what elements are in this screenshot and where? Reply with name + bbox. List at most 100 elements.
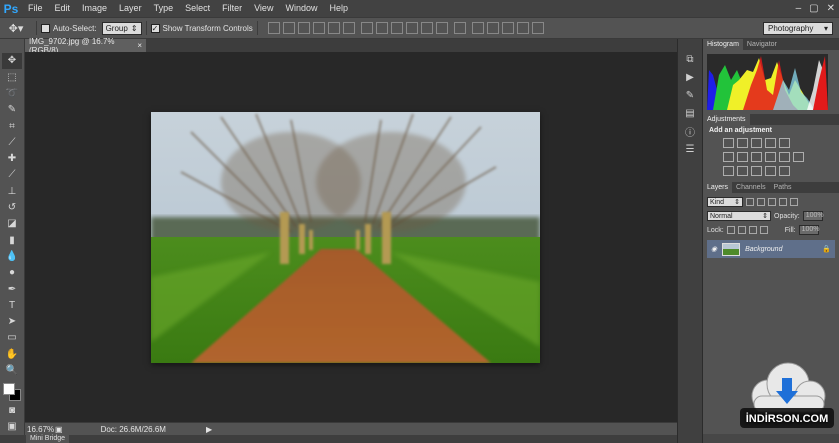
- minimize-icon[interactable]: –: [796, 3, 802, 14]
- status-menu-arrow-icon[interactable]: ▶: [206, 425, 212, 434]
- lock-position-icon[interactable]: [748, 226, 757, 234]
- lock-image-icon[interactable]: [737, 226, 746, 234]
- color-lookup-icon[interactable]: [793, 152, 804, 162]
- eraser-tool-icon[interactable]: ◪: [2, 216, 22, 232]
- close-icon[interactable]: ✕: [827, 3, 835, 14]
- menu-file[interactable]: File: [22, 0, 49, 17]
- quick-selection-tool-icon[interactable]: ✎: [2, 102, 22, 118]
- 3d-pan-icon[interactable]: [501, 22, 514, 34]
- marquee-tool-icon[interactable]: ⬚: [2, 69, 22, 85]
- 3d-rotate-icon[interactable]: [471, 22, 484, 34]
- 3d-roll-icon[interactable]: [486, 22, 499, 34]
- restore-icon[interactable]: ▢: [809, 3, 818, 14]
- history-brush-tool-icon[interactable]: ↺: [2, 200, 22, 216]
- pen-tool-icon[interactable]: ✒: [2, 281, 22, 297]
- tab-layers[interactable]: Layers: [703, 182, 733, 193]
- curves-icon[interactable]: [751, 138, 762, 148]
- checkbox-checked-icon[interactable]: ✓: [150, 23, 160, 33]
- auto-align-icon[interactable]: [453, 22, 466, 34]
- menu-edit[interactable]: Edit: [49, 0, 77, 17]
- foreground-color-swatch[interactable]: [3, 382, 15, 395]
- blur-tool-icon[interactable]: 💧: [2, 249, 22, 265]
- auto-select-dropdown[interactable]: Group ⇕: [101, 21, 142, 35]
- align-vcenter-icon[interactable]: [282, 22, 295, 34]
- type-tool-icon[interactable]: T: [2, 297, 22, 313]
- hand-tool-icon[interactable]: ✋: [2, 346, 22, 362]
- quick-mask-icon[interactable]: ◙: [2, 403, 22, 419]
- selective-color-icon[interactable]: [779, 166, 790, 176]
- tab-navigator[interactable]: Navigator: [743, 39, 781, 50]
- filter-shape-icon[interactable]: [779, 198, 787, 206]
- distribute-top-icon[interactable]: [360, 22, 373, 34]
- 3d-scale-icon[interactable]: [531, 22, 544, 34]
- blend-mode-dropdown[interactable]: Normal ⇕: [707, 211, 771, 221]
- crop-tool-icon[interactable]: ⌗: [2, 118, 22, 134]
- eyedropper-tool-icon[interactable]: ⟋: [2, 134, 22, 150]
- color-balance-icon[interactable]: [737, 152, 748, 162]
- zoom-level[interactable]: 16.67%: [25, 425, 55, 434]
- align-left-icon[interactable]: [312, 22, 325, 34]
- actions-play-icon[interactable]: ▶: [681, 69, 699, 85]
- hue-saturation-icon[interactable]: [723, 152, 734, 162]
- distribute-hcenter-icon[interactable]: [420, 22, 433, 34]
- shape-tool-icon[interactable]: ▭: [2, 330, 22, 346]
- close-tab-icon[interactable]: ×: [137, 41, 142, 50]
- 3d-slide-icon[interactable]: [516, 22, 529, 34]
- gradient-tool-icon[interactable]: ▮: [2, 232, 22, 248]
- menu-view[interactable]: View: [248, 0, 279, 17]
- mini-bridge-tab[interactable]: Mini Bridge: [26, 435, 70, 443]
- distribute-vcenter-icon[interactable]: [375, 22, 388, 34]
- black-white-icon[interactable]: [751, 152, 762, 162]
- lock-all-icon[interactable]: [759, 226, 768, 234]
- photo-filter-icon[interactable]: [765, 152, 776, 162]
- distribute-right-icon[interactable]: [435, 22, 448, 34]
- filter-adjustment-icon[interactable]: [757, 198, 765, 206]
- history-icon[interactable]: ⧉: [681, 51, 699, 67]
- info-icon[interactable]: ⓘ: [681, 123, 699, 139]
- exposure-icon[interactable]: [765, 138, 776, 148]
- channel-mixer-icon[interactable]: [779, 152, 790, 162]
- filter-smart-object-icon[interactable]: [790, 198, 798, 206]
- tab-paths[interactable]: Paths: [770, 182, 796, 193]
- document-image[interactable]: [151, 112, 540, 363]
- menu-filter[interactable]: Filter: [216, 0, 248, 17]
- tab-channels[interactable]: Channels: [732, 182, 770, 193]
- document-tab[interactable]: IMG_9702.jpg @ 16.7% (RGB/8) ×: [25, 37, 146, 55]
- threshold-icon[interactable]: [751, 166, 762, 176]
- eye-visibility-icon[interactable]: ◉: [711, 245, 717, 253]
- move-tool-preset-icon[interactable]: ✥▾: [0, 19, 32, 37]
- filter-pixel-icon[interactable]: [746, 198, 754, 206]
- layer-comps-icon[interactable]: ▤: [681, 105, 699, 121]
- menu-image[interactable]: Image: [76, 0, 113, 17]
- path-selection-tool-icon[interactable]: ➤: [2, 314, 22, 330]
- tab-histogram[interactable]: Histogram: [703, 39, 743, 50]
- menu-layer[interactable]: Layer: [113, 0, 148, 17]
- export-icon[interactable]: ▣: [55, 425, 63, 434]
- filter-type-icon[interactable]: [768, 198, 776, 206]
- move-tool-icon[interactable]: ✥: [2, 53, 22, 69]
- menu-window[interactable]: Window: [279, 0, 323, 17]
- checkbox-unchecked-icon[interactable]: [41, 23, 50, 33]
- lasso-tool-icon[interactable]: ➰: [2, 86, 22, 102]
- vibrance-icon[interactable]: [779, 138, 790, 148]
- distribute-bottom-icon[interactable]: [390, 22, 403, 34]
- workspace-dropdown[interactable]: Photography ▾: [763, 22, 833, 35]
- distribute-left-icon[interactable]: [405, 22, 418, 34]
- tab-adjustments[interactable]: Adjustments: [703, 114, 750, 125]
- brush-presets-icon[interactable]: ✎: [681, 87, 699, 103]
- brightness-contrast-icon[interactable]: [723, 138, 734, 148]
- opacity-input[interactable]: 100%: [802, 211, 824, 221]
- auto-select-checkbox[interactable]: Auto-Select:: [41, 23, 97, 33]
- invert-icon[interactable]: [723, 166, 734, 176]
- align-right-icon[interactable]: [342, 22, 355, 34]
- menu-select[interactable]: Select: [179, 0, 216, 17]
- dodge-tool-icon[interactable]: ●: [2, 265, 22, 281]
- levels-icon[interactable]: [737, 138, 748, 148]
- fill-input[interactable]: 100%: [798, 225, 820, 235]
- layer-row-background[interactable]: ◉ Background 🔒: [707, 240, 835, 258]
- align-bottom-icon[interactable]: [297, 22, 310, 34]
- menu-help[interactable]: Help: [323, 0, 354, 17]
- zoom-tool-icon[interactable]: 🔍: [2, 363, 22, 379]
- spot-healing-tool-icon[interactable]: ✚: [2, 151, 22, 167]
- show-transform-checkbox[interactable]: ✓ Show Transform Controls: [150, 23, 253, 33]
